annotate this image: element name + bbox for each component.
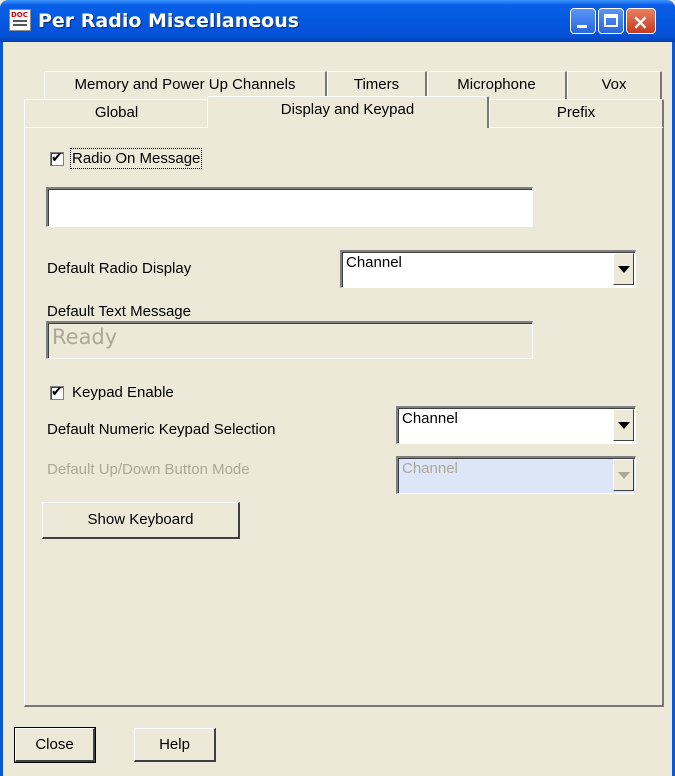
default-updown-mode-select: Channel <box>396 456 636 494</box>
chevron-down-icon <box>618 422 630 429</box>
doc-icon-line <box>13 20 27 22</box>
keypad-enable-label[interactable]: Keypad Enable <box>72 384 174 401</box>
close-window-button[interactable]: × <box>626 8 656 34</box>
chevron-down-icon <box>618 266 630 273</box>
default-numeric-keypad-select[interactable]: Channel <box>396 406 636 444</box>
window-frame-left <box>0 42 3 776</box>
help-button[interactable]: Help <box>134 728 216 762</box>
chevron-down-icon <box>618 472 630 479</box>
radio-on-message-input[interactable] <box>46 187 533 227</box>
close-button[interactable]: Close <box>14 727 96 763</box>
title-bar[interactable]: DOC Per Radio Miscellaneous × <box>0 0 675 42</box>
keypad-enable-checkbox[interactable]: ✔ <box>50 384 64 400</box>
dropdown-arrow-button[interactable] <box>613 253 634 285</box>
doc-icon: DOC <box>9 9 31 31</box>
close-icon: × <box>632 10 649 34</box>
default-text-message-input[interactable]: Ready <box>46 321 533 359</box>
tab-memory-power-up[interactable]: Memory and Power Up Channels <box>44 71 327 99</box>
default-numeric-keypad-value: Channel <box>402 410 458 427</box>
default-radio-display-value: Channel <box>346 254 402 271</box>
dropdown-arrow-button[interactable] <box>613 409 634 441</box>
tab-timers[interactable]: Timers <box>327 71 427 99</box>
default-numeric-keypad-label: Default Numeric Keypad Selection <box>47 421 276 438</box>
radio-on-message-checkbox[interactable]: ✔ <box>50 150 64 166</box>
default-radio-display-select[interactable]: Channel <box>340 250 636 288</box>
doc-icon-line <box>13 24 27 26</box>
default-text-message-value: Ready <box>52 325 118 349</box>
window-title: Per Radio Miscellaneous <box>38 10 300 32</box>
dropdown-arrow-button <box>613 459 634 491</box>
radio-on-message-label[interactable]: Radio On Message <box>69 148 203 169</box>
default-text-message-label: Default Text Message <box>47 303 191 320</box>
minimize-button[interactable] <box>570 8 596 34</box>
show-keyboard-button[interactable]: Show Keyboard <box>42 502 240 539</box>
minimize-icon <box>577 25 587 28</box>
tab-display-keypad[interactable]: Display and Keypad <box>207 96 489 128</box>
default-radio-display-label: Default Radio Display <box>47 260 192 277</box>
default-updown-mode-label: Default Up/Down Button Mode <box>47 461 250 478</box>
checkmark-icon: ✔ <box>51 150 63 166</box>
tab-vox[interactable]: Vox <box>567 71 662 99</box>
default-updown-mode-value: Channel <box>402 460 458 477</box>
tab-microphone[interactable]: Microphone <box>427 71 567 99</box>
checkmark-icon: ✔ <box>51 384 63 400</box>
tab-prefix[interactable]: Prefix <box>489 99 664 127</box>
tab-global[interactable]: Global <box>24 99 210 127</box>
maximize-icon <box>604 14 618 27</box>
doc-icon-glyph: DOC <box>11 11 28 19</box>
maximize-button[interactable] <box>598 8 624 34</box>
